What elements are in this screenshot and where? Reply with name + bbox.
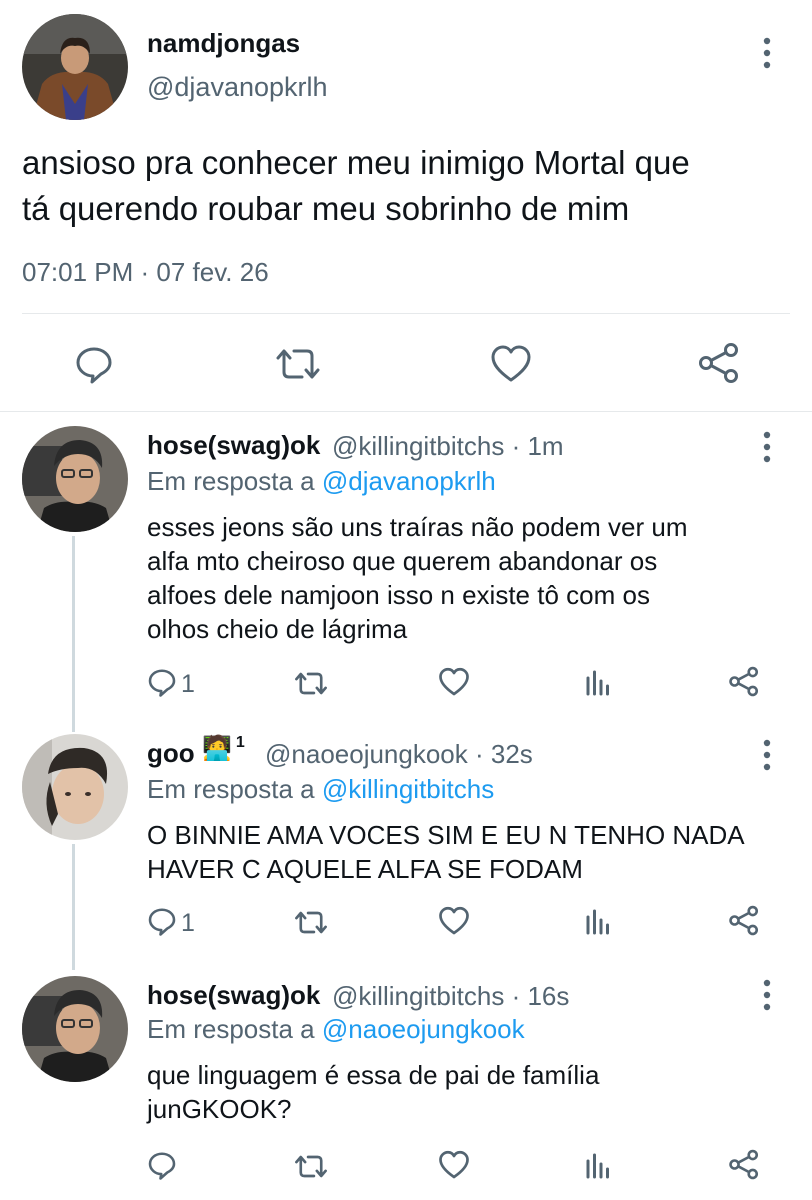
main-tweet-text-line1: ansioso pra conhecer meu inimigo Mortal …	[22, 144, 690, 181]
like-icon[interactable]	[438, 667, 470, 697]
reply-to-handle[interactable]: @naoeojungkook	[322, 1014, 525, 1044]
reply1-display-name[interactable]: hose(swag)ok	[147, 430, 320, 461]
reply1-text-line: alfoes dele namjoon isso n existe tô com…	[147, 580, 650, 610]
like-icon[interactable]	[438, 906, 470, 936]
retweet-icon[interactable]	[292, 670, 330, 697]
analytics-icon[interactable]	[584, 907, 612, 935]
reply1-text-line: alfa mto cheiroso que querem abandonar o…	[147, 546, 658, 576]
reply3-display-name[interactable]: hose(swag)ok	[147, 980, 320, 1011]
thread-line	[72, 536, 75, 732]
reply-prefix: Em resposta a	[147, 774, 315, 804]
reply-prefix: Em resposta a	[147, 466, 315, 496]
like-icon[interactable]	[438, 1150, 470, 1180]
reply3-handle-time[interactable]: @killingitbitchs · 16s	[332, 981, 569, 1012]
reply-to-handle[interactable]: @djavanopkrlh	[322, 466, 496, 496]
reply-icon[interactable]	[147, 667, 177, 697]
more-icon[interactable]	[758, 36, 776, 70]
avatar-hoseswagok[interactable]	[22, 976, 128, 1082]
avatar-namdjongas[interactable]	[22, 14, 128, 120]
main-timestamp[interactable]: 07:01 PM · 07 fev. 26	[22, 257, 269, 288]
analytics-icon[interactable]	[584, 668, 612, 696]
emoji-badge: 🧑‍💻	[202, 735, 232, 762]
avatar-hoseswagok[interactable]	[22, 426, 128, 532]
main-tweet-text-line2: tá querendo roubar meu sobrinho de mim	[22, 190, 630, 227]
reply1-handle-time[interactable]: @killingitbitchs · 1m	[332, 431, 564, 462]
reply1-in-reply-to: Em resposta a @djavanopkrlh	[147, 466, 496, 497]
reply2-text-line: HAVER C AQUELE ALFA SE FODAM	[147, 854, 583, 884]
reply-prefix: Em resposta a	[147, 1014, 315, 1044]
reply-icon[interactable]	[74, 344, 114, 384]
more-icon[interactable]	[758, 430, 776, 464]
reply-icon[interactable]	[147, 906, 177, 936]
like-icon[interactable]	[490, 344, 532, 384]
reply2-in-reply-to: Em resposta a @killingitbitchs	[147, 774, 494, 805]
reply3-text: que linguagem é essa de pai de família j…	[147, 1058, 599, 1126]
retweet-icon[interactable]	[272, 346, 324, 382]
more-icon[interactable]	[758, 738, 776, 772]
retweet-icon[interactable]	[292, 909, 330, 936]
main-tweet-divider	[0, 411, 812, 412]
reply1-text-line: esses jeons são uns traíras não podem ve…	[147, 512, 688, 542]
reply1-text-line: olhos cheio de lágrima	[147, 614, 408, 644]
reply2-text: O BINNIE AMA VOCES SIM E EU N TENHO NADA…	[147, 818, 745, 886]
reply3-in-reply-to: Em resposta a @naoeojungkook	[147, 1014, 525, 1045]
reply2-emoji-badge: 🧑‍💻 1	[202, 734, 245, 763]
reply2-handle-time[interactable]: @naoeojungkook · 32s	[265, 739, 533, 770]
thread-line	[72, 844, 75, 970]
reply-count: 1	[181, 909, 195, 937]
avatar-goo[interactable]	[22, 734, 128, 840]
reply3-text-line: junGKOOK?	[147, 1094, 292, 1124]
reply3-text-line: que linguagem é essa de pai de família	[147, 1060, 600, 1090]
share-icon[interactable]	[728, 905, 760, 936]
reply-to-handle[interactable]: @killingitbitchs	[322, 774, 494, 804]
timestamp-divider	[22, 313, 790, 314]
share-icon[interactable]	[728, 1149, 760, 1180]
more-icon[interactable]	[758, 978, 776, 1012]
share-icon[interactable]	[728, 666, 760, 697]
retweet-icon[interactable]	[292, 1153, 330, 1180]
share-icon[interactable]	[697, 342, 741, 384]
analytics-icon[interactable]	[584, 1151, 612, 1179]
reply1-text: esses jeons são uns traíras não podem ve…	[147, 510, 688, 646]
main-handle[interactable]: @djavanopkrlh	[147, 72, 328, 103]
reply-icon[interactable]	[147, 1150, 177, 1180]
reply2-text-line: O BINNIE AMA VOCES SIM E EU N TENHO NADA	[147, 820, 745, 850]
reply2-display-name[interactable]: goo	[147, 738, 195, 769]
main-display-name[interactable]: namdjongas	[147, 28, 300, 59]
emoji-badge-count: 1	[235, 734, 245, 751]
reply-count: 1	[181, 670, 195, 698]
